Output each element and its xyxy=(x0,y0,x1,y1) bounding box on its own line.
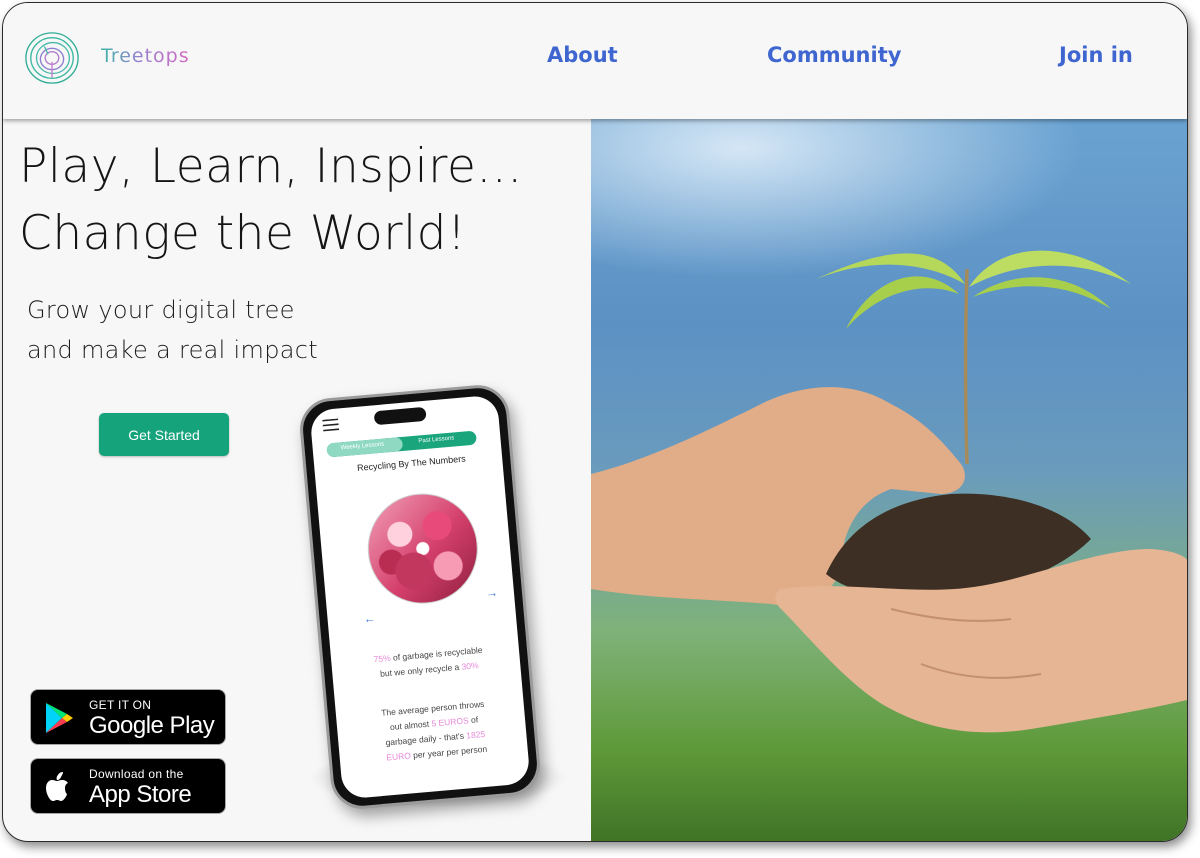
fact-text: but we only recycle a xyxy=(379,661,463,679)
fact-text: out almost xyxy=(389,718,432,733)
seedling-hands-illustration xyxy=(591,250,1187,733)
hero-photo xyxy=(591,119,1187,841)
fact-pct-recycled: 30% xyxy=(461,660,479,672)
seedling-stem xyxy=(963,268,969,465)
fact-amount: 5 EUROS xyxy=(431,715,470,729)
google-play-icon xyxy=(46,703,73,733)
fact-text: of xyxy=(468,714,479,726)
nav-about-link[interactable]: About xyxy=(547,43,618,67)
get-started-button[interactable]: Get Started xyxy=(99,413,229,456)
fact-text: garbage daily - that's xyxy=(385,730,467,748)
hamburger-menu-icon[interactable] xyxy=(322,418,340,432)
subline-line-2: and make a real impact xyxy=(27,336,318,364)
subline-line-1: Grow your digital tree xyxy=(27,296,295,324)
google-play-big-text: Google Play xyxy=(89,712,215,739)
fact-text: per year per person xyxy=(410,743,488,761)
fact-pct-recyclable: 75% xyxy=(373,652,392,665)
page-frame: Treetops About Community Join in Play, L… xyxy=(2,2,1188,842)
leaf-left-bottom xyxy=(846,276,959,329)
hero-subline: Grow your digital tree and make a real i… xyxy=(27,290,318,370)
tab-past-lessons[interactable]: Past Lessons xyxy=(418,435,454,444)
fact-yearly: 1825 xyxy=(465,728,486,741)
phone-screen: Weekly Lessons Past Lessons Recycling By… xyxy=(309,394,531,800)
arrow-left-icon[interactable]: ← xyxy=(363,611,376,626)
nav-join-link[interactable]: Join in xyxy=(1059,43,1133,67)
apple-icon xyxy=(46,772,68,801)
recycling-image xyxy=(363,488,483,609)
google-play-small-text: GET IT ON xyxy=(89,698,152,712)
arrow-right-icon[interactable]: → xyxy=(485,585,498,600)
headline-line-1: Play, Learn, Inspire... xyxy=(19,139,523,194)
nav-community-link[interactable]: Community xyxy=(767,43,901,67)
app-store-badge[interactable]: Download on the App Store xyxy=(30,758,226,814)
leaf-right-bottom xyxy=(973,277,1111,309)
fact-unit: EURO xyxy=(385,750,412,763)
treetops-logo-icon[interactable] xyxy=(23,29,81,87)
phone-mockup: Weekly Lessons Past Lessons Recycling By… xyxy=(297,382,543,812)
app-store-big-text: App Store xyxy=(89,781,192,808)
brand-name[interactable]: Treetops xyxy=(101,45,190,67)
fact-recyclable: 75% of garbage is recyclable but we only… xyxy=(341,640,517,685)
hero-headline: Play, Learn, Inspire... Change the World… xyxy=(19,133,523,267)
leaf-left-top xyxy=(816,253,965,284)
dynamic-island xyxy=(373,406,427,426)
app-store-small-text: Download on the xyxy=(89,767,184,781)
google-play-badge[interactable]: GET IT ON Google Play xyxy=(30,689,226,745)
headline-line-2: Change the World! xyxy=(19,206,467,261)
fact-garbage-cost: The average person throws out almost 5 E… xyxy=(345,694,524,769)
site-header: Treetops About Community Join in xyxy=(3,3,1187,119)
